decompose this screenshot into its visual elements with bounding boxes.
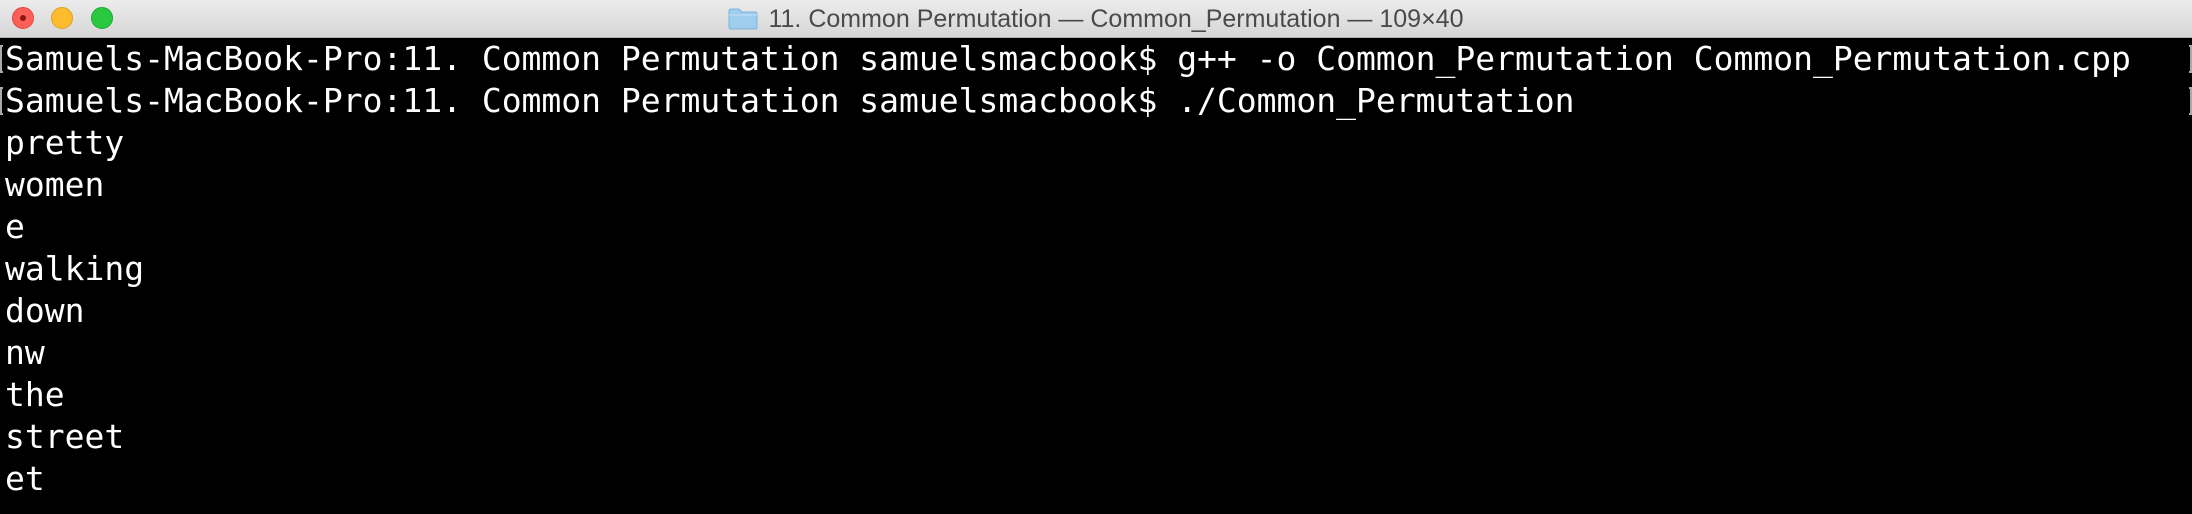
output-line: pretty	[5, 123, 125, 162]
output-line: street	[5, 417, 125, 456]
output-line: et	[5, 459, 45, 498]
output-line: the	[5, 375, 65, 414]
window-title-group: 11. Common Permutation — Common_Permutat…	[0, 0, 2192, 38]
command-line-1: Samuels-MacBook-Pro:11. Common Permutati…	[5, 39, 2131, 78]
output-line: walking	[5, 249, 145, 288]
output-line: women	[5, 165, 105, 204]
mark-bracket-left	[0, 87, 3, 115]
window-title: 11. Common Permutation — Common_Permutat…	[768, 4, 1464, 33]
command-line-2: Samuels-MacBook-Pro:11. Common Permutati…	[5, 81, 1575, 120]
output-line: down	[5, 291, 85, 330]
output-line: e	[5, 207, 25, 246]
terminal-content[interactable]: Samuels-MacBook-Pro:11. Common Permutati…	[0, 38, 2192, 514]
output-line: nw	[5, 333, 45, 372]
title-bar[interactable]: 11. Common Permutation — Common_Permutat…	[0, 0, 2192, 38]
mark-bracket-left	[0, 45, 3, 73]
terminal-window: 11. Common Permutation — Common_Permutat…	[0, 0, 2192, 514]
folder-icon	[728, 8, 758, 30]
